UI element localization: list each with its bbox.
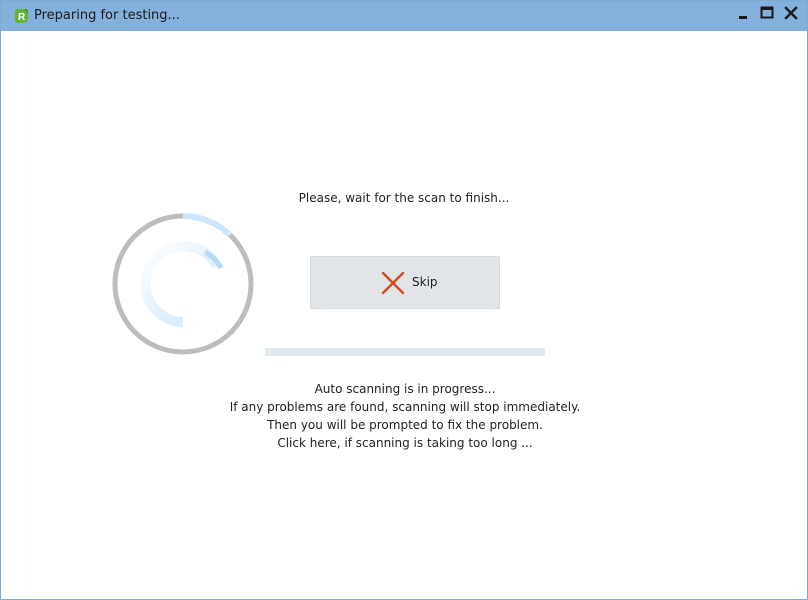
info-line-problems: If any problems are found, scanning will… — [229, 400, 581, 414]
app-window: R Preparing for testing... Please, wait … — [0, 0, 808, 600]
click-here-link[interactable]: Click here, if scanning is taking too lo… — [205, 434, 605, 452]
window-title: Preparing for testing... — [34, 8, 180, 23]
skip-label: Skip — [412, 275, 438, 289]
maximize-button[interactable] — [755, 1, 779, 25]
scan-info: Auto scanning is in progress... If any p… — [205, 380, 605, 452]
title-bar[interactable]: R Preparing for testing... — [1, 1, 807, 31]
wait-message: Please, wait for the scan to finish... — [298, 191, 510, 205]
minimize-icon — [739, 16, 747, 19]
x-icon — [381, 271, 405, 295]
loading-spinner-icon — [109, 210, 257, 358]
svg-text:R: R — [18, 12, 26, 23]
app-logo-icon: R — [13, 8, 29, 24]
close-icon — [784, 6, 798, 20]
info-line-prompt: Then you will be prompted to fix the pro… — [267, 418, 543, 432]
skip-button[interactable]: Skip — [310, 256, 500, 309]
close-button[interactable] — [779, 1, 803, 25]
info-line-status: Auto scanning is in progress... — [314, 382, 496, 396]
minimize-button[interactable] — [731, 1, 755, 25]
scan-progress-bar — [265, 348, 545, 356]
maximize-icon — [760, 6, 774, 19]
